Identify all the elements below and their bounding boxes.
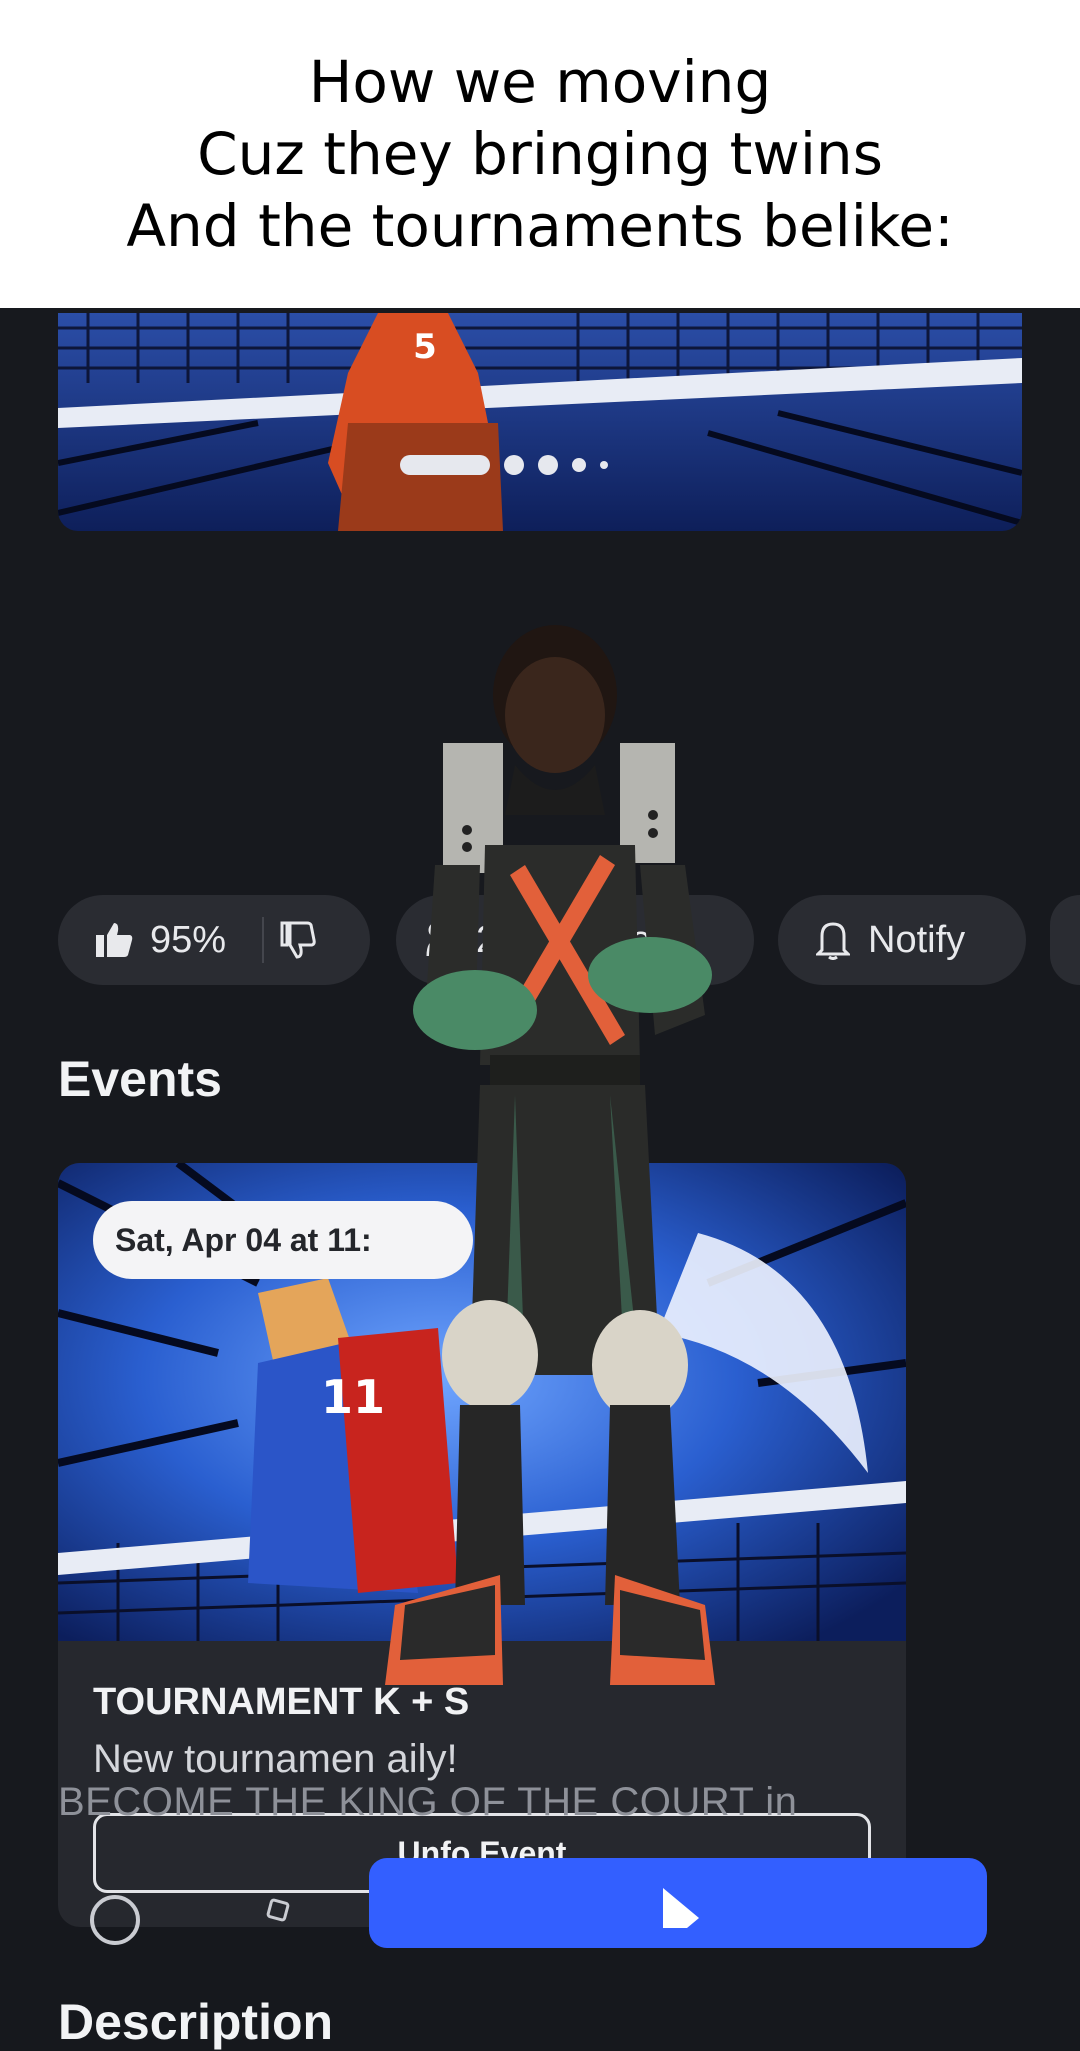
- vote-pill: 95%: [58, 895, 370, 985]
- carousel-dot[interactable]: [600, 461, 608, 469]
- thumbs-down-icon[interactable]: [278, 921, 318, 959]
- more-pill-partial[interactable]: [1050, 895, 1080, 985]
- play-button[interactable]: [369, 1858, 987, 1948]
- carousel-dot[interactable]: [572, 458, 586, 472]
- active-players-pill: 2~~ active: [396, 895, 754, 985]
- bell-icon: [816, 920, 850, 960]
- like-percent: 95%: [150, 918, 227, 961]
- carousel-dot-active[interactable]: [400, 455, 490, 475]
- users-icon: [426, 920, 462, 960]
- description-text: BECOME THE KING OF THE COURT in: [58, 1780, 798, 1824]
- carousel-dot[interactable]: [504, 455, 524, 475]
- event-title: TOURNAMENT K + S: [93, 1681, 470, 1723]
- events-heading: Events: [58, 1051, 222, 1107]
- banner-jersey-number: 5: [413, 327, 437, 367]
- banner-artwork: 5: [58, 313, 1022, 531]
- carousel-dots: [400, 455, 608, 475]
- notify-label: Notify: [868, 918, 966, 961]
- carousel-dot[interactable]: [538, 455, 558, 475]
- favorite-icon[interactable]: [90, 1895, 140, 1945]
- description-heading: Description: [58, 1994, 334, 2050]
- caption-line-3: And the tournaments belike:: [126, 192, 954, 260]
- event-date-chip: Sat, Apr 04 at 11:: [93, 1201, 473, 1279]
- active-count: 2~~ active: [476, 918, 652, 961]
- caption-block: How we moving Cuz they bringing twins An…: [0, 0, 1080, 308]
- experience-banner[interactable]: 5: [58, 313, 1022, 531]
- pill-divider: [262, 917, 265, 963]
- caption-line-2: Cuz they bringing twins: [197, 120, 883, 188]
- event-subtitle: New tournamen aily!: [93, 1737, 458, 1781]
- experience-page: 5 95% 2~~ active Notify Events 11 Sat, A…: [0, 308, 1080, 2050]
- card-jersey-number: 11: [321, 1370, 385, 1424]
- notify-button[interactable]: Notify: [778, 895, 1026, 985]
- thumbs-up-icon[interactable]: [94, 921, 134, 959]
- caption-line-1: How we moving: [308, 48, 772, 116]
- play-icon: [663, 1888, 699, 1928]
